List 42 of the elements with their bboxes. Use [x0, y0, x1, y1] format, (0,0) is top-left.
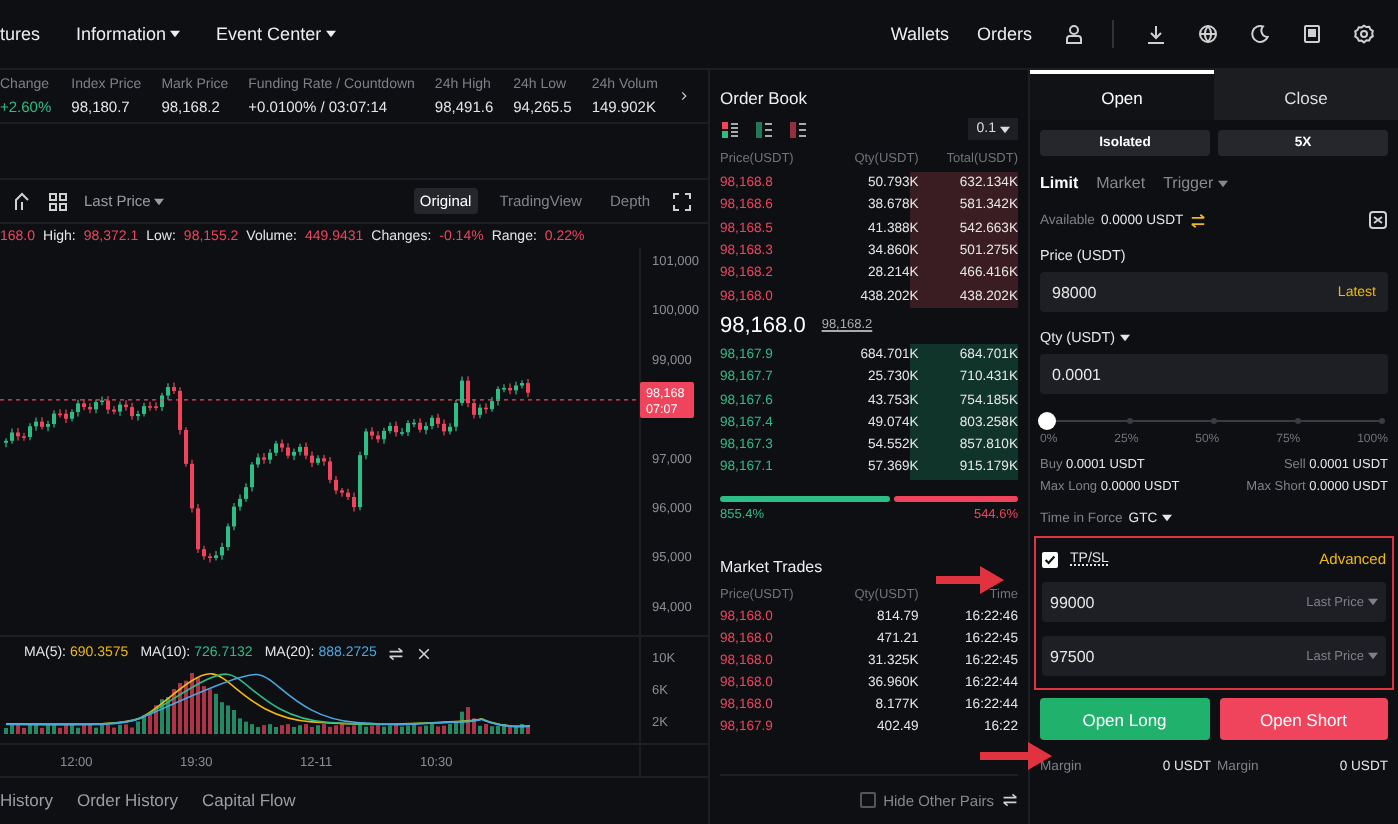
order-type-tab[interactable]: Trigger — [1163, 174, 1228, 192]
open-short-button[interactable]: Open Short — [1219, 698, 1388, 740]
order-side-tab[interactable]: Close — [1214, 70, 1398, 120]
download-icon[interactable] — [1146, 24, 1166, 44]
order-type-tab[interactable]: Market — [1096, 174, 1146, 192]
both-sides-layout-icon[interactable] — [720, 119, 740, 139]
nav-menu-item[interactable]: Information — [76, 24, 181, 44]
indicator-icon[interactable] — [12, 191, 32, 212]
quantity-input[interactable]: 0.0001 — [1040, 354, 1388, 394]
panel-title: Market Trades — [720, 557, 825, 576]
chevron-right-icon[interactable] — [677, 88, 690, 105]
caret-icon — [1368, 652, 1378, 660]
swap-icon[interactable] — [388, 645, 405, 662]
bids-layout-icon[interactable] — [754, 119, 774, 139]
transfer-icon[interactable] — [1189, 213, 1206, 227]
nav-link[interactable]: Orders — [976, 24, 1032, 44]
nav-menu-item[interactable]: Event Center — [216, 24, 336, 44]
caret-icon — [1161, 514, 1172, 523]
asks-layout-icon[interactable] — [788, 119, 808, 139]
user-icon[interactable] — [1064, 24, 1084, 44]
bottom-tab[interactable]: History — [0, 790, 53, 811]
fullscreen-icon[interactable] — [672, 191, 692, 212]
close-icon[interactable] — [416, 645, 433, 662]
moon-icon[interactable] — [1250, 24, 1270, 44]
panel-title: Order Book — [720, 88, 809, 108]
bottom-tab[interactable]: Capital Flow — [202, 790, 296, 811]
nav-menu-item[interactable]: tures — [0, 24, 41, 44]
nav-link[interactable]: Wallets — [890, 24, 949, 44]
globe-icon[interactable] — [1198, 24, 1218, 44]
bottom-tab[interactable]: Order History — [76, 790, 178, 811]
percentage-slider[interactable] — [1040, 412, 1388, 432]
swap-icon[interactable] — [1002, 792, 1018, 808]
checkbox[interactable] — [1042, 551, 1058, 567]
caret-icon — [1119, 333, 1130, 341]
caret-icon — [1000, 125, 1010, 133]
last-price: 98,168.0 — [720, 313, 806, 338]
checkbox[interactable] — [859, 792, 876, 808]
caret-icon — [1368, 598, 1378, 606]
settings-icon[interactable] — [1354, 24, 1374, 44]
grid-icon[interactable] — [48, 191, 68, 212]
order-type-tab[interactable]: Limit — [1040, 174, 1079, 192]
caret-icon — [154, 197, 165, 206]
